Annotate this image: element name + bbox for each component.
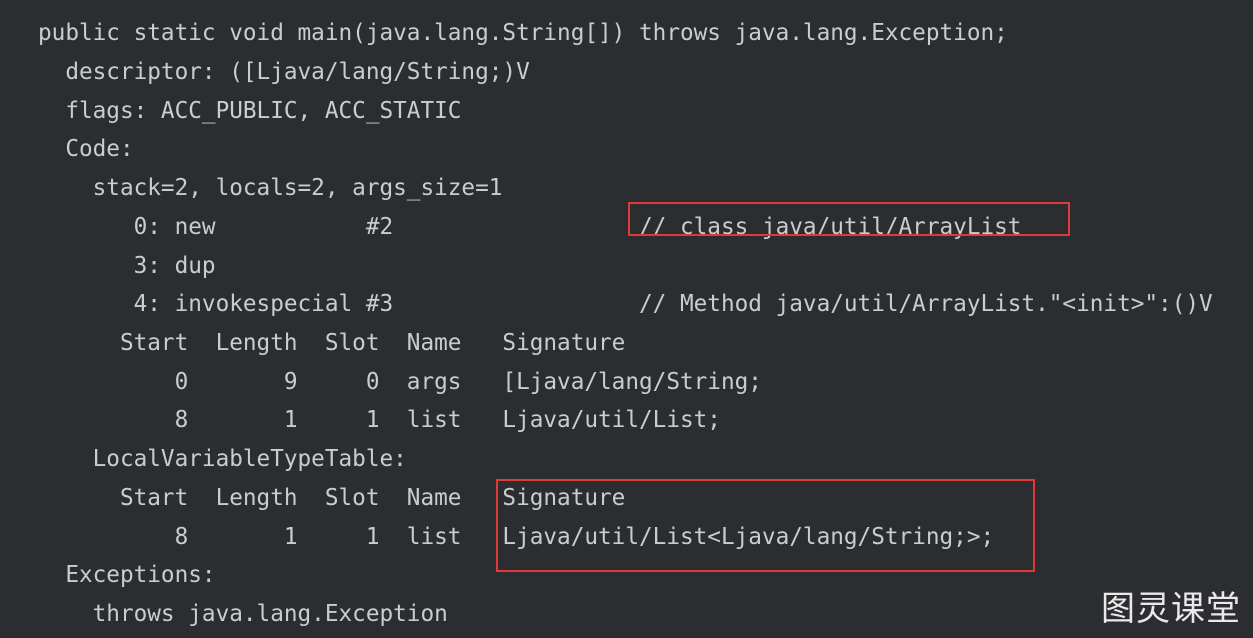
code-line-flags: flags: ACC_PUBLIC, ACC_STATIC — [38, 98, 462, 124]
code-line-throws: throws java.lang.Exception — [38, 601, 448, 627]
lvt-row-args: 0 9 0 args [Ljava/lang/String; — [38, 369, 762, 395]
code-line-method-signature: public static void main(java.lang.String… — [38, 20, 1008, 46]
code-line-stack-info: stack=2, locals=2, args_size=1 — [38, 175, 503, 201]
code-line-instruction-dup: 3: dup — [38, 253, 216, 279]
lvt-row-list: 8 1 1 list Ljava/util/List; — [38, 407, 721, 433]
highlight-box-generic-signature — [496, 479, 1035, 572]
highlight-box-class-comment — [628, 202, 1070, 236]
code-line-descriptor: descriptor: ([Ljava/lang/String;)V — [38, 59, 530, 85]
bytecode-listing: public static void main(java.lang.String… — [0, 0, 1253, 638]
watermark-logo: 图灵课堂 — [1101, 589, 1241, 629]
code-line-code-header: Code: — [38, 136, 134, 162]
code-line-exceptions-header: Exceptions: — [38, 562, 216, 588]
code-line-instruction-invokespecial: 4: invokespecial #3 // Method java/util/… — [38, 291, 1213, 317]
lvtt-title: LocalVariableTypeTable: — [38, 446, 407, 472]
lvt-header: Start Length Slot Name Signature — [38, 330, 626, 356]
